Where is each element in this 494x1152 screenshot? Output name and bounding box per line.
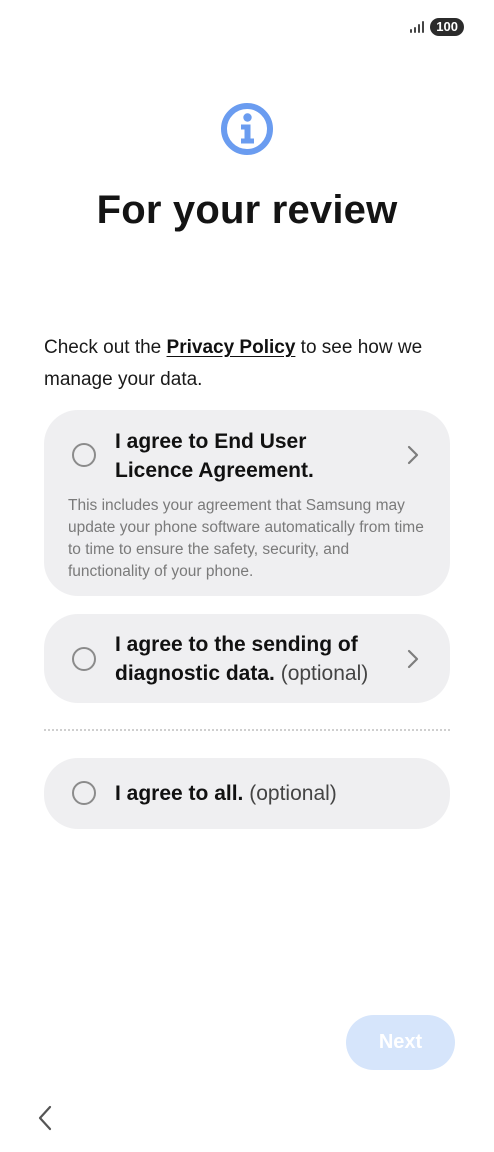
status-bar: 100 — [410, 18, 464, 36]
eula-radio[interactable] — [72, 443, 96, 467]
eula-description: This includes your agreement that Samsun… — [68, 497, 424, 580]
divider — [44, 729, 450, 731]
diagnostic-title: I agree to the sending of diagnostic dat… — [115, 630, 405, 688]
back-button[interactable] — [34, 1104, 56, 1132]
agree-all-title-text: I agree to all. — [115, 782, 244, 805]
info-icon — [221, 103, 273, 155]
agree-all-optional-label: (optional) — [249, 782, 337, 805]
eula-title: I agree to End User Licence Agreement. — [115, 430, 314, 482]
signal-icon — [410, 21, 425, 33]
diagnostic-optional-label: (optional) — [280, 662, 369, 685]
diagnostic-agreement-card[interactable]: I agree to the sending of diagnostic dat… — [44, 614, 450, 703]
agree-all-title: I agree to all. (optional) — [115, 779, 415, 808]
agree-all-card[interactable]: I agree to all. (optional) — [44, 758, 450, 829]
diagnostic-radio[interactable] — [72, 647, 96, 671]
back-chevron-icon — [38, 1105, 52, 1131]
intro-text: Check out the Privacy Policy to see how … — [44, 332, 454, 396]
next-button[interactable]: Next — [346, 1015, 455, 1070]
battery-badge: 100 — [430, 18, 464, 36]
chevron-right-icon[interactable] — [406, 444, 420, 466]
eula-agreement-card[interactable]: I agree to End User Licence Agreement. T… — [44, 410, 450, 596]
chevron-right-icon[interactable] — [406, 648, 420, 670]
page-title: For your review — [96, 188, 398, 232]
intro-prefix: Check out the — [44, 337, 167, 358]
privacy-policy-link[interactable]: Privacy Policy — [167, 337, 296, 358]
agree-all-radio[interactable] — [72, 781, 96, 805]
